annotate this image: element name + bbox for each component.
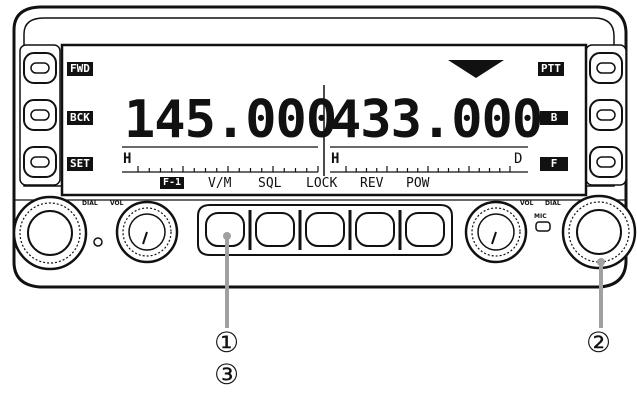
menu-item-lock: LOCK xyxy=(306,176,338,191)
callout-2: ② xyxy=(586,326,612,359)
ptt-key-cap-icon xyxy=(596,62,616,74)
mic-jack xyxy=(535,221,551,232)
set-key-cap-icon xyxy=(30,156,50,168)
callout-3: ③ xyxy=(214,358,240,391)
callout-2-dot xyxy=(597,258,605,266)
f-key-cap-icon xyxy=(596,156,616,168)
menu-key-4[interactable] xyxy=(355,212,395,247)
frequency-a: 145.000 xyxy=(124,90,337,150)
menu-key-5[interactable] xyxy=(405,212,445,247)
lcd-label-f: F xyxy=(540,157,568,171)
center-button-cluster xyxy=(197,204,453,256)
callout-1-dot xyxy=(223,232,231,240)
right-dial-knob[interactable] xyxy=(561,194,637,270)
left-dial-knob[interactable] xyxy=(12,195,88,271)
callout-1: ① xyxy=(214,326,240,359)
meter-b-level: H xyxy=(331,151,340,167)
meter-b-flag: D xyxy=(514,151,523,167)
right-vol-knob[interactable] xyxy=(464,200,528,264)
lcd-label-ptt: PTT xyxy=(538,62,564,76)
menu-item-pow: POW xyxy=(406,176,430,191)
menu-item-vm: V/M xyxy=(208,176,232,191)
menu-item-sql: SQL xyxy=(258,176,282,191)
radio-front-panel-diagram: FWD BCK SET PTT B F 145.000 433.000 H H … xyxy=(0,0,637,398)
menu-key-2[interactable] xyxy=(255,212,295,247)
left-indicator-hole xyxy=(93,237,103,247)
frequency-b: 433.000 xyxy=(330,90,543,150)
b-key-cap-icon xyxy=(596,109,616,121)
right-side-buttons xyxy=(589,52,623,178)
left-dial-label: DIAL xyxy=(82,200,98,207)
left-vol-label: VOL xyxy=(110,200,124,207)
lcd-label-set: SET xyxy=(67,157,93,171)
lcd-label-fwd: FWD xyxy=(67,62,93,76)
right-vol-label: VOL xyxy=(520,200,534,207)
lcd-label-bck: BCK xyxy=(67,111,93,125)
lcd-label-b: B xyxy=(540,111,568,125)
left-side-buttons xyxy=(23,52,57,178)
left-vol-knob[interactable] xyxy=(115,200,179,264)
meter-a-level: H xyxy=(123,151,132,167)
radio-body-drawing xyxy=(12,5,637,328)
menu-item-rev: REV xyxy=(360,176,384,191)
bck-key-cap-icon xyxy=(30,109,50,121)
menu-page-badge: F-1 xyxy=(160,177,185,189)
mic-label: MIC xyxy=(534,213,547,220)
menu-key-3[interactable] xyxy=(305,212,345,247)
right-dial-label: DIAL xyxy=(545,200,561,207)
fwd-key-cap-icon xyxy=(30,62,50,74)
